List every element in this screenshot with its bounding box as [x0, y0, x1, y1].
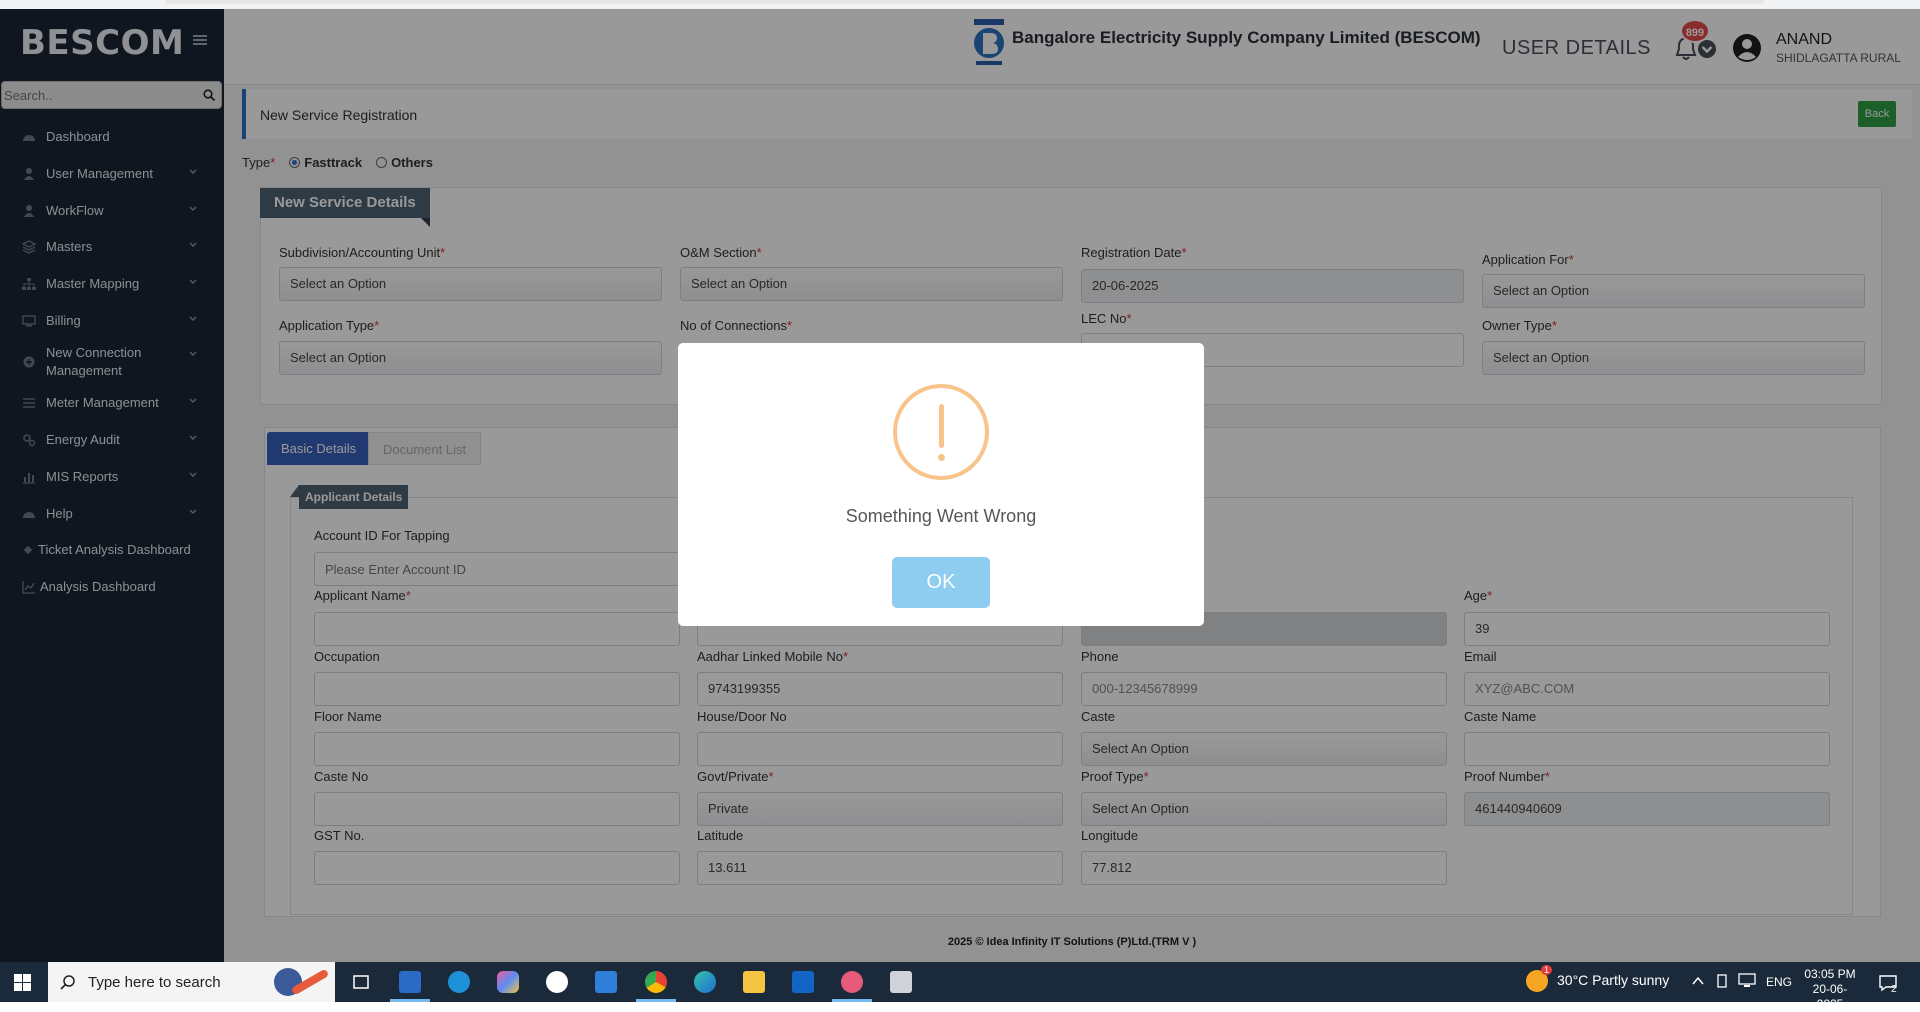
modal-overlay: Something Went Wrong OK: [0, 9, 1920, 962]
dell-icon[interactable]: [546, 971, 568, 993]
network-icon[interactable]: [1738, 973, 1756, 989]
language-indicator[interactable]: ENG: [1766, 975, 1792, 989]
edge-legacy-icon[interactable]: [448, 971, 470, 993]
calculator-icon[interactable]: [399, 971, 421, 993]
chrome-icon[interactable]: [645, 971, 667, 993]
search-icon: [60, 975, 75, 990]
task-view-icon[interactable]: [350, 971, 372, 993]
clock[interactable]: 03:05 PM 20-06-2025: [1800, 967, 1860, 1012]
paint-icon[interactable]: [841, 971, 863, 993]
warning-icon: [893, 384, 989, 480]
notification-count: 2: [1891, 984, 1897, 995]
weather-badge: 1: [1541, 965, 1553, 975]
alert-dialog: Something Went Wrong OK: [678, 343, 1204, 626]
taskbar-search[interactable]: Type here to search: [48, 962, 335, 1002]
alert-message: Something Went Wrong: [845, 506, 1037, 526]
windows-start-icon[interactable]: [14, 974, 31, 991]
weather-text[interactable]: 30°C Partly sunny: [1557, 972, 1669, 988]
search-highlight-icon: [274, 968, 328, 996]
taskbar-search-text[interactable]: Type here to search: [88, 974, 221, 991]
ok-button[interactable]: OK: [892, 557, 990, 608]
store-icon[interactable]: [595, 971, 617, 993]
file-explorer-icon[interactable]: [743, 971, 765, 993]
chevron-up-icon[interactable]: [1692, 976, 1704, 986]
app-icon[interactable]: [890, 971, 912, 993]
edge-icon[interactable]: [694, 971, 716, 993]
browser-top-strip: [0, 0, 1920, 9]
outlook-icon[interactable]: [792, 971, 814, 993]
device-icon[interactable]: [1715, 973, 1729, 989]
copilot-icon[interactable]: [497, 971, 519, 993]
taskbar: Type here to search 1 30°C Partly sunny …: [0, 962, 1920, 1011]
